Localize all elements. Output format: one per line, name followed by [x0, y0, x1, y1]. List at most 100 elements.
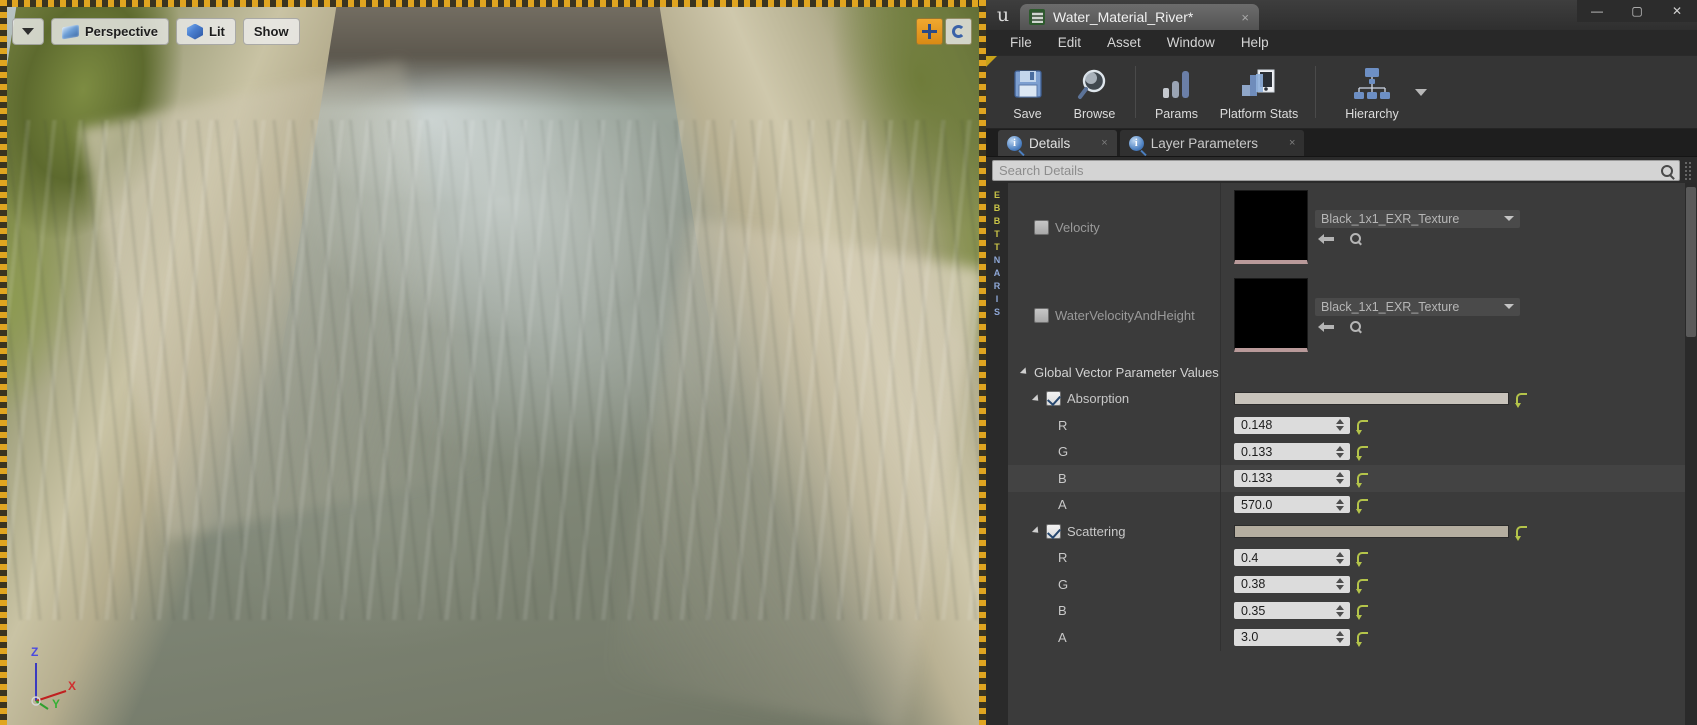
translate-tool-button[interactable]	[916, 18, 943, 45]
property-row-absorption[interactable]: Absorption	[1008, 385, 1697, 412]
absorption-checkbox[interactable]	[1046, 391, 1061, 407]
reset-absorption-icon[interactable]	[1515, 393, 1527, 409]
reset-scattering-r-icon[interactable]	[1356, 552, 1368, 568]
hierarchy-dropdown-button[interactable]	[1415, 59, 1427, 125]
velocity-texture-dropdown[interactable]: Black_1x1_EXR_Texture	[1315, 209, 1520, 228]
water-velocity-texture-dropdown[interactable]: Black_1x1_EXR_Texture	[1315, 297, 1520, 316]
scattering-g-label: G	[1058, 576, 1069, 592]
expand-triangle-icon[interactable]	[1031, 526, 1042, 536]
absorption-r-input[interactable]: 0.148	[1234, 416, 1350, 434]
water-velocity-texture-thumbnail[interactable]	[1234, 278, 1308, 352]
spinner-icon[interactable]	[1334, 498, 1346, 511]
panel-grip-icon[interactable]	[1684, 160, 1693, 181]
document-tab-label: Water_Material_River*	[1053, 9, 1194, 25]
property-row-water-velocity-and-height[interactable]: WaterVelocityAndHeight Black_1x1_EXR_Tex…	[1008, 271, 1697, 359]
strip-letter: S	[993, 307, 1000, 317]
spinner-icon[interactable]	[1334, 445, 1346, 458]
spinner-icon[interactable]	[1334, 631, 1346, 644]
reset-scattering-g-icon[interactable]	[1356, 578, 1368, 594]
use-selected-asset-icon[interactable]	[1318, 233, 1334, 245]
property-row-scattering-a[interactable]: A 3.0	[1008, 624, 1697, 651]
scattering-r-input[interactable]: 0.4	[1234, 549, 1350, 567]
close-tab-icon[interactable]: ×	[1241, 10, 1249, 25]
maximize-button[interactable]: ▢	[1617, 0, 1657, 22]
property-row-scattering-b[interactable]: B 0.35	[1008, 597, 1697, 624]
velocity-checkbox[interactable]	[1034, 219, 1049, 235]
document-tab[interactable]: Water_Material_River* ×	[1020, 4, 1259, 30]
scattering-checkbox[interactable]	[1046, 523, 1061, 539]
browse-asset-icon[interactable]	[1350, 232, 1361, 244]
scattering-color-swatch[interactable]	[1234, 524, 1509, 538]
property-row-absorption-r[interactable]: R 0.148	[1008, 412, 1697, 439]
save-button[interactable]: Save	[994, 59, 1061, 125]
property-row-absorption-g[interactable]: G 0.133	[1008, 438, 1697, 465]
reset-absorption-g-icon[interactable]	[1356, 446, 1368, 462]
tab-details[interactable]: i Details ×	[998, 130, 1117, 156]
spinner-icon[interactable]	[1334, 604, 1346, 617]
absorption-a-value-cell: 570.0	[1220, 496, 1697, 515]
level-viewport[interactable]: Perspective Lit Show Z X Y	[0, 0, 986, 725]
property-row-velocity[interactable]: Velocity Black_1x1_EXR_Texture	[1008, 183, 1697, 271]
close-layer-params-tab-icon[interactable]: ×	[1289, 137, 1295, 149]
rotate-icon	[952, 25, 965, 38]
column-divider	[1220, 465, 1221, 492]
details-scrollbar[interactable]	[1685, 183, 1697, 725]
viewport-options-button[interactable]	[12, 18, 44, 45]
reset-absorption-a-icon[interactable]	[1356, 499, 1368, 515]
params-button[interactable]: Params	[1143, 59, 1210, 125]
platform-stats-button[interactable]: Platform Stats	[1210, 59, 1308, 125]
minimize-button[interactable]: —	[1577, 0, 1617, 22]
vertical-tab-strip[interactable]: E B B T T N A R I S	[986, 183, 1008, 725]
water-velocity-checkbox[interactable]	[1034, 307, 1049, 323]
spinner-icon[interactable]	[1334, 551, 1346, 564]
use-selected-asset-icon[interactable]	[1318, 321, 1334, 333]
spinner-icon[interactable]	[1334, 419, 1346, 432]
section-global-vector-parameter-values[interactable]: Global Vector Parameter Values	[1008, 359, 1697, 386]
absorption-color-swatch[interactable]	[1234, 392, 1509, 406]
reset-absorption-b-icon[interactable]	[1356, 472, 1368, 488]
menu-asset[interactable]: Asset	[1095, 32, 1153, 53]
property-row-absorption-a[interactable]: A 570.0	[1008, 491, 1697, 518]
absorption-g-input[interactable]: 0.133	[1234, 443, 1350, 461]
strip-letter: A	[993, 268, 1001, 278]
scattering-g-input[interactable]: 0.38	[1234, 575, 1350, 593]
property-row-absorption-b[interactable]: B 0.133	[1008, 465, 1697, 492]
absorption-b-input[interactable]: 0.133	[1234, 469, 1350, 487]
camera-mode-button[interactable]: Perspective	[51, 18, 169, 45]
reset-scattering-a-icon[interactable]	[1356, 631, 1368, 647]
scattering-b-value-cell: 0.35	[1220, 602, 1697, 621]
property-row-scattering[interactable]: Scattering	[1008, 518, 1697, 545]
menu-edit[interactable]: Edit	[1046, 32, 1093, 53]
expand-triangle-icon[interactable]	[1019, 367, 1030, 377]
hierarchy-button[interactable]: Hierarchy	[1323, 59, 1421, 125]
expand-triangle-icon[interactable]	[1031, 394, 1042, 404]
search-details-box[interactable]	[992, 160, 1680, 181]
reset-scattering-b-icon[interactable]	[1356, 605, 1368, 621]
absorption-a-input[interactable]: 570.0	[1234, 496, 1350, 514]
property-row-scattering-r[interactable]: R 0.4	[1008, 544, 1697, 571]
menu-file[interactable]: File	[998, 32, 1044, 53]
spinner-icon[interactable]	[1334, 578, 1346, 591]
reset-scattering-icon[interactable]	[1515, 525, 1527, 541]
scrollbar-thumb[interactable]	[1686, 187, 1696, 337]
property-row-scattering-g[interactable]: G 0.38	[1008, 571, 1697, 598]
show-flags-button[interactable]: Show	[242, 18, 300, 45]
scattering-b-input[interactable]: 0.35	[1234, 602, 1350, 620]
search-input[interactable]	[999, 163, 1661, 178]
close-window-button[interactable]: ✕	[1657, 0, 1697, 22]
browse-asset-icon[interactable]	[1350, 320, 1361, 332]
floppy-disk-icon	[1010, 64, 1046, 104]
rotate-tool-button[interactable]	[945, 18, 972, 45]
menu-help[interactable]: Help	[1229, 32, 1281, 53]
reset-absorption-r-icon[interactable]	[1356, 419, 1368, 435]
view-mode-button[interactable]: Lit	[176, 18, 236, 45]
browse-button[interactable]: Browse	[1061, 59, 1128, 125]
spinner-icon[interactable]	[1334, 472, 1346, 485]
menu-window[interactable]: Window	[1155, 32, 1227, 53]
tab-layer-parameters[interactable]: i Layer Parameters ×	[1119, 130, 1305, 156]
close-details-tab-icon[interactable]: ×	[1101, 137, 1107, 149]
search-icon[interactable]	[1661, 164, 1673, 177]
scattering-a-value-cell: 3.0	[1220, 628, 1697, 647]
velocity-texture-thumbnail[interactable]	[1234, 190, 1308, 264]
scattering-a-input[interactable]: 3.0	[1234, 628, 1350, 646]
